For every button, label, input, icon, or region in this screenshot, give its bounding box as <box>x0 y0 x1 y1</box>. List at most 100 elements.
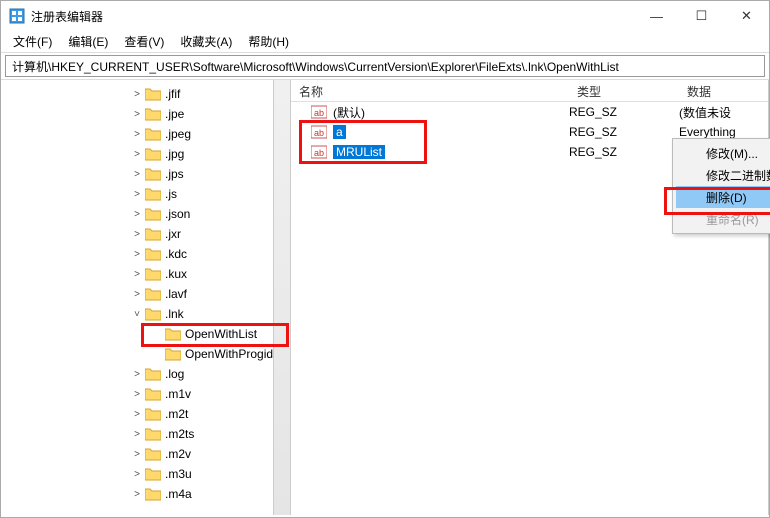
tree-item[interactable]: > .jpeg <box>131 124 290 144</box>
tree-label: .m4a <box>165 487 192 501</box>
maximize-button[interactable]: ☐ <box>679 1 724 31</box>
folder-icon <box>145 207 161 221</box>
values-pane[interactable]: 名称 类型 数据 ab(默认)REG_SZ(数值未设abaREG_SZEvery… <box>291 80 769 515</box>
expander-icon[interactable]: > <box>131 429 143 440</box>
tree-scrollbar[interactable] <box>273 80 290 515</box>
tree-item[interactable]: >.jpg <box>131 144 290 164</box>
menu-file[interactable]: 文件(F) <box>5 31 60 52</box>
folder-icon <box>145 247 161 261</box>
tree-label: .kdc <box>165 247 187 261</box>
tree-label: .m1v <box>165 387 191 401</box>
expander-icon[interactable]: > <box>131 169 143 180</box>
menu-edit[interactable]: 编辑(E) <box>60 31 116 52</box>
tree-label: .jpeg <box>165 127 191 141</box>
tree-label: .jfif <box>165 87 180 101</box>
folder-icon <box>145 187 161 201</box>
tree-label: .m2v <box>165 447 191 461</box>
folder-icon <box>145 87 161 101</box>
tree-item[interactable]: > .jps <box>131 164 290 184</box>
address-bar[interactable]: 计算机\HKEY_CURRENT_USER\Software\Microsoft… <box>5 55 765 77</box>
window-controls: — ☐ ✕ <box>634 1 769 31</box>
tree-label: .kux <box>165 267 187 281</box>
value-type: REG_SZ <box>569 105 617 119</box>
menu-view[interactable]: 查看(V) <box>116 31 172 52</box>
expander-icon[interactable]: > <box>131 469 143 480</box>
expander-icon[interactable]: > <box>131 369 143 380</box>
value-type: REG_SZ <box>569 145 617 159</box>
folder-icon <box>145 127 161 141</box>
tree-item[interactable]: >.log <box>131 364 290 384</box>
expander-icon[interactable]: > <box>131 189 143 200</box>
string-value-icon: ab <box>311 104 327 120</box>
value-row[interactable]: ab(默认)REG_SZ(数值未设 <box>291 102 768 122</box>
tree-item[interactable]: > .m2v <box>131 444 290 464</box>
col-type[interactable]: 类型 <box>569 80 679 101</box>
expander-icon[interactable]: > <box>131 269 143 280</box>
tree-item[interactable]: > .m2ts <box>131 424 290 444</box>
tree-item[interactable]: >.json <box>131 204 290 224</box>
window-title: 注册表编辑器 <box>31 8 103 25</box>
minimize-button[interactable]: — <box>634 1 679 31</box>
expander-icon[interactable]: > <box>131 149 143 160</box>
expander-icon[interactable]: > <box>131 389 143 400</box>
tree-item[interactable]: >.m3u <box>131 464 290 484</box>
tree-item[interactable]: > .kux <box>131 264 290 284</box>
value-data: (数值未设 <box>679 104 731 121</box>
folder-icon <box>145 147 161 161</box>
tree-item[interactable]: > .jpe <box>131 104 290 124</box>
folder-icon <box>145 307 161 321</box>
registry-tree: >.jfif>.jpe>.jpeg>.jpg>.jps>.js>.json>.j… <box>1 80 290 504</box>
folder-icon <box>145 167 161 181</box>
expander-icon[interactable]: ˅ <box>131 309 143 320</box>
tree-item[interactable]: OpenWithProgids <box>151 344 290 364</box>
expander-icon[interactable]: > <box>131 489 143 500</box>
tree-label: .m2ts <box>165 427 194 441</box>
folder-icon <box>145 367 161 381</box>
tree-item[interactable]: > .kdc <box>131 244 290 264</box>
tree-item[interactable]: > .m4a <box>131 484 290 504</box>
tree-item[interactable]: > .jfif <box>131 84 290 104</box>
expander-icon[interactable]: > <box>131 89 143 100</box>
string-value-icon: ab <box>311 124 327 140</box>
menubar: 文件(F) 编辑(E) 查看(V) 收藏夹(A) 帮助(H) <box>1 31 769 53</box>
expander-icon[interactable]: > <box>131 289 143 300</box>
folder-icon <box>145 487 161 501</box>
ctx-modify-binary[interactable]: 修改二进制数据(B)... <box>676 164 770 186</box>
tree-pane[interactable]: >.jfif>.jpe>.jpeg>.jpg>.jps>.js>.json>.j… <box>1 80 291 515</box>
tree-label: OpenWithProgids <box>185 347 279 361</box>
ctx-modify[interactable]: 修改(M)... <box>676 142 770 164</box>
expander-icon[interactable]: > <box>131 449 143 460</box>
expander-icon[interactable]: > <box>131 109 143 120</box>
col-name[interactable]: 名称 <box>291 80 569 101</box>
tree-item[interactable]: >.m2t <box>131 404 290 424</box>
tree-item[interactable]: > .lavf <box>131 284 290 304</box>
main-pane: >.jfif>.jpe>.jpeg>.jpg>.jps>.js>.json>.j… <box>1 79 769 515</box>
close-button[interactable]: ✕ <box>724 1 769 31</box>
tree-label: .jpe <box>165 107 184 121</box>
app-icon <box>9 8 25 24</box>
svg-text:ab: ab <box>314 108 324 118</box>
tree-item[interactable]: ˅.lnk <box>131 304 290 324</box>
ctx-rename[interactable]: 重命名(R) <box>676 208 770 230</box>
expander-icon[interactable]: > <box>131 129 143 140</box>
expander-icon[interactable]: > <box>131 209 143 220</box>
tree-label: .jxr <box>165 227 181 241</box>
value-type: REG_SZ <box>569 125 617 139</box>
tree-item[interactable]: >.js <box>131 184 290 204</box>
tree-label: .jps <box>165 167 184 181</box>
folder-icon <box>145 107 161 121</box>
column-headers[interactable]: 名称 类型 数据 <box>291 80 768 102</box>
tree-item[interactable]: > .m1v <box>131 384 290 404</box>
ctx-delete[interactable]: 删除(D) <box>676 186 770 208</box>
menu-favorites[interactable]: 收藏夹(A) <box>172 31 240 52</box>
expander-icon[interactable]: > <box>131 409 143 420</box>
svg-text:ab: ab <box>314 148 324 158</box>
menu-help[interactable]: 帮助(H) <box>240 31 297 52</box>
tree-label: .lavf <box>165 287 187 301</box>
value-data: Everything <box>679 125 736 139</box>
expander-icon[interactable]: > <box>131 249 143 260</box>
col-data[interactable]: 数据 <box>679 80 768 101</box>
tree-item[interactable]: > .jxr <box>131 224 290 244</box>
tree-item[interactable]: OpenWithList <box>151 324 290 344</box>
expander-icon[interactable]: > <box>131 229 143 240</box>
